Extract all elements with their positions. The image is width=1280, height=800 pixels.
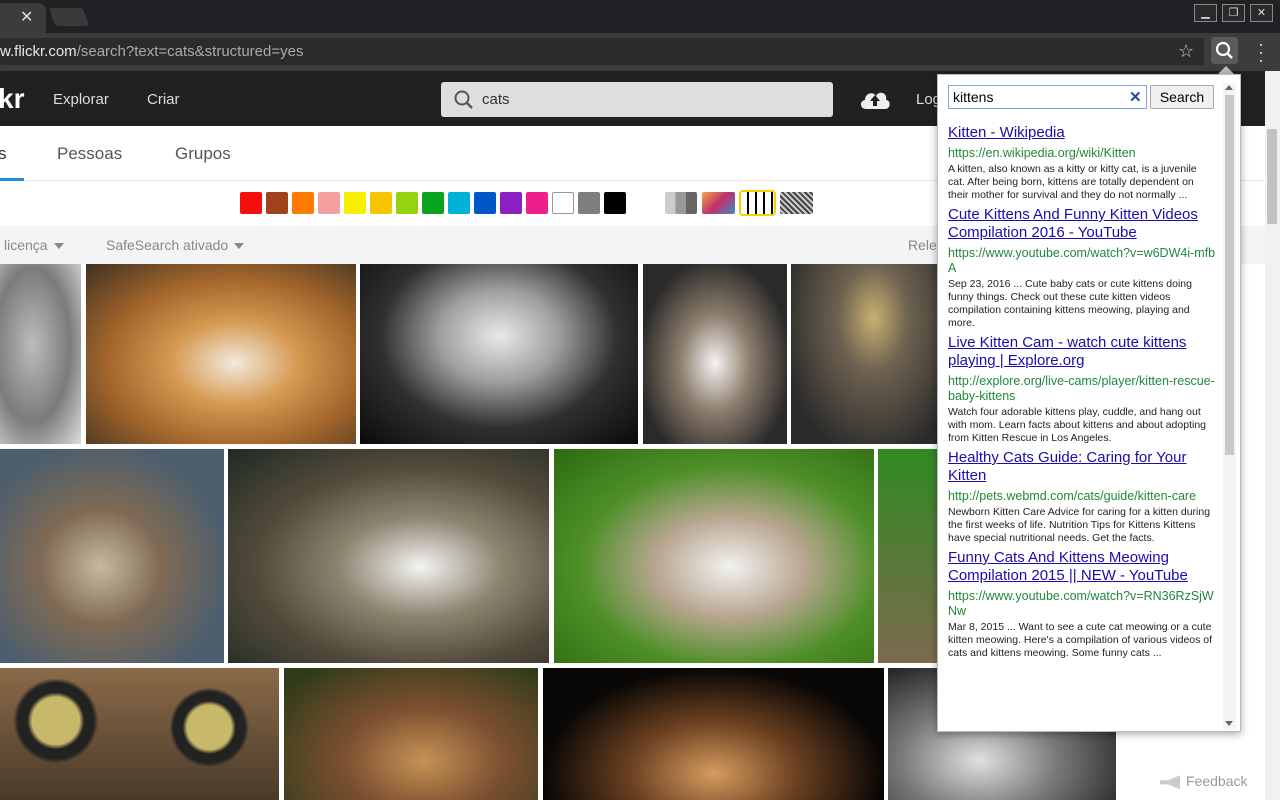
color-swatch[interactable] xyxy=(422,192,444,214)
url-field[interactable]: w.flickr.com/search?text=cats&structured… xyxy=(0,38,1204,65)
search-icon xyxy=(1215,41,1233,59)
color-swatch[interactable] xyxy=(526,192,548,214)
tab-photos[interactable]: s xyxy=(0,144,7,164)
result-url: https://www.youtube.com/watch?v=w6DW4i-m… xyxy=(948,246,1216,275)
search-results-list: Kitten - Wikipedia https://en.wikipedia.o… xyxy=(948,124,1216,664)
popup-pointer xyxy=(1218,66,1234,74)
photo-tile[interactable] xyxy=(543,668,884,800)
result-snippet: Newborn Kitten Care Advice for caring fo… xyxy=(948,506,1211,544)
license-filter[interactable]: licença xyxy=(4,237,64,253)
result-title[interactable]: Healthy Cats Guide: Caring for Your Kitt… xyxy=(948,449,1216,485)
close-window-button[interactable]: ✕ xyxy=(1250,4,1273,22)
tab-strip: ✕ ▁ ❐ ✕ xyxy=(0,0,1280,33)
color-swatch[interactable] xyxy=(500,192,522,214)
feedback-label: Feedback xyxy=(1186,773,1248,789)
search-extension-button[interactable] xyxy=(1211,37,1238,64)
color-swatch[interactable] xyxy=(344,192,366,214)
popup-search-button[interactable]: Search xyxy=(1150,85,1214,109)
new-tab-button[interactable] xyxy=(48,8,90,26)
search-result: Kitten - Wikipedia https://en.wikipedia.o… xyxy=(948,124,1216,202)
photo-tile[interactable] xyxy=(643,264,787,444)
search-result: Live Kitten Cam - watch cute kittens pla… xyxy=(948,334,1216,445)
photo-tile[interactable] xyxy=(360,264,638,444)
result-url: https://en.wikipedia.org/wiki/Kitten xyxy=(948,146,1136,160)
color-swatch[interactable] xyxy=(292,192,314,214)
popup-scrollbar[interactable] xyxy=(1223,83,1236,729)
chevron-down-icon xyxy=(53,243,64,250)
photo-tile[interactable] xyxy=(0,264,81,444)
scroll-up-icon[interactable] xyxy=(1225,85,1233,90)
safesearch-filter[interactable]: SafeSearch ativado xyxy=(106,237,245,253)
popup-scrollbar-thumb[interactable] xyxy=(1225,95,1234,455)
color-swatch[interactable] xyxy=(578,192,600,214)
photo-tile[interactable] xyxy=(284,668,538,800)
browser-tab[interactable]: ✕ xyxy=(0,3,46,33)
minimize-button[interactable]: ▁ xyxy=(1194,4,1217,22)
photo-tile[interactable] xyxy=(0,668,279,800)
chevron-down-icon xyxy=(234,243,245,250)
result-snippet: A kitten, also known as a kitty or kitty… xyxy=(948,163,1197,201)
site-search-input[interactable]: cats xyxy=(441,82,833,117)
color-swatch[interactable] xyxy=(474,192,496,214)
clear-icon[interactable]: ✕ xyxy=(1129,88,1142,106)
photo-tile[interactable] xyxy=(878,449,940,663)
result-url: http://explore.org/live-cams/player/kitt… xyxy=(948,374,1215,403)
photo-tile[interactable] xyxy=(0,449,224,663)
page-scrollbar[interactable] xyxy=(1265,71,1280,800)
search-result: Cute Kittens And Funny Kitten Videos Com… xyxy=(948,206,1216,330)
page-scrollbar-thumb[interactable] xyxy=(1267,129,1277,224)
result-snippet: Sep 23, 2016 ... Cute baby cats or cute … xyxy=(948,278,1192,329)
search-result: Healthy Cats Guide: Caring for Your Kitt… xyxy=(948,449,1216,545)
feedback-link[interactable]: Feedback xyxy=(1160,773,1248,790)
url-host: w.flickr.com xyxy=(0,43,77,60)
patterns-filter[interactable] xyxy=(780,192,813,214)
upload-cloud-icon[interactable] xyxy=(858,85,892,111)
result-title[interactable]: Live Kitten Cam - watch cute kittens pla… xyxy=(948,334,1216,370)
search-result: Funny Cats And Kittens Meowing Compilati… xyxy=(948,549,1216,660)
color-swatch[interactable] xyxy=(552,192,574,214)
color-swatch[interactable] xyxy=(604,192,626,214)
grayscale-filter[interactable] xyxy=(665,192,697,214)
nav-explorar[interactable]: Explorar xyxy=(53,91,109,108)
color-swatch[interactable] xyxy=(318,192,340,214)
safesearch-filter-label: SafeSearch ativado xyxy=(106,237,229,253)
color-swatch[interactable] xyxy=(240,192,262,214)
megaphone-icon xyxy=(1160,775,1180,790)
color-swatch[interactable] xyxy=(266,192,288,214)
result-title[interactable]: Kitten - Wikipedia xyxy=(948,124,1216,142)
result-title[interactable]: Cute Kittens And Funny Kitten Videos Com… xyxy=(948,206,1216,242)
minimalist-filter[interactable] xyxy=(739,190,776,216)
sort-filter[interactable]: Rele xyxy=(908,237,937,253)
color-swatch[interactable] xyxy=(396,192,418,214)
photo-tile[interactable] xyxy=(791,264,941,444)
photo-tile[interactable] xyxy=(86,264,356,444)
bookmark-star-icon[interactable]: ☆ xyxy=(1178,41,1194,62)
color-swatch[interactable] xyxy=(448,192,470,214)
restore-button[interactable]: ❐ xyxy=(1222,4,1245,22)
color-swatch[interactable] xyxy=(370,192,392,214)
photo-tile[interactable] xyxy=(554,449,874,663)
photo-tile[interactable] xyxy=(228,449,549,663)
tab-close-icon[interactable]: ✕ xyxy=(20,9,33,27)
result-snippet: Watch four adorable kittens play, cuddle… xyxy=(948,406,1206,444)
url-path: /search?text=cats&structured=yes xyxy=(76,43,304,60)
menu-dots-icon[interactable]: · · · xyxy=(1258,35,1264,69)
tab-grupos[interactable]: Grupos xyxy=(175,144,231,164)
scroll-down-icon[interactable] xyxy=(1225,721,1233,726)
shallow-depth-filter[interactable] xyxy=(702,192,735,214)
search-popup: ✕ Search Kitten - Wikipedia https://en.wi… xyxy=(937,74,1241,732)
url-text: w.flickr.com/search?text=cats&structured… xyxy=(0,43,303,60)
search-icon xyxy=(454,90,473,109)
tab-pessoas[interactable]: Pessoas xyxy=(57,144,122,164)
license-filter-label: licença xyxy=(4,237,48,253)
nav-criar[interactable]: Criar xyxy=(147,91,180,108)
result-url: https://www.youtube.com/watch?v=RN36RzSj… xyxy=(948,589,1214,618)
result-title[interactable]: Funny Cats And Kittens Meowing Compilati… xyxy=(948,549,1216,585)
popup-search-input[interactable] xyxy=(948,85,1147,109)
result-url: http://pets.webmd.com/cats/guide/kitten-… xyxy=(948,489,1197,503)
address-bar-row: w.flickr.com/search?text=cats&structured… xyxy=(0,33,1280,71)
flickr-logo[interactable]: kr xyxy=(0,83,24,115)
site-search-value: cats xyxy=(482,91,510,108)
result-snippet: Mar 8, 2015 ... Want to see a cute cat m… xyxy=(948,621,1213,659)
